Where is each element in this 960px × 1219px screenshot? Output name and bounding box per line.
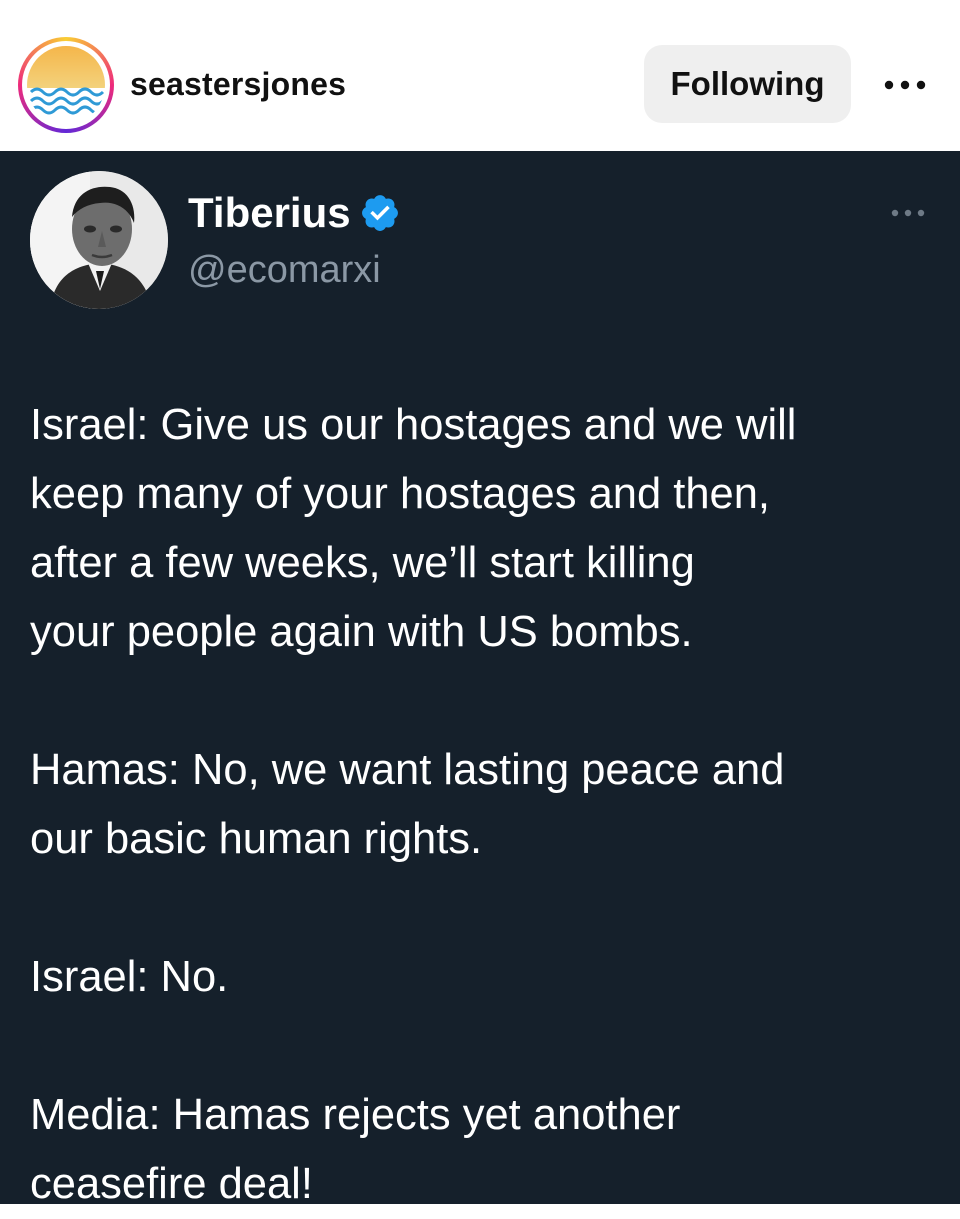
tweet-text-line: keep many of your hostages and then, — [30, 470, 770, 518]
tweet-text-line: Israel: Give us our hostages and we will — [30, 401, 797, 449]
tweet-text-line: Media: Hamas rejects yet another — [30, 1091, 681, 1139]
portrait-photo-icon — [30, 171, 168, 309]
more-options-icon[interactable] — [880, 70, 930, 100]
seastersjones-logo-icon — [27, 46, 105, 124]
tweet-text-line: after a few weeks, we’ll start killing — [30, 539, 695, 587]
tweet-text-line: your people again with US bombs. — [30, 608, 693, 656]
story-ring[interactable] — [18, 37, 114, 133]
tweet-more-icon[interactable] — [888, 205, 928, 221]
tweet-author-avatar[interactable] — [30, 171, 168, 309]
tweet-text-line: ceasefire deal! — [30, 1160, 313, 1208]
tweet-author-handle[interactable]: @ecomarxi — [188, 249, 381, 292]
instagram-post-header: seastersjones Following — [0, 0, 960, 151]
tweet-text-line: our basic human rights. — [30, 815, 483, 863]
following-button[interactable]: Following — [644, 45, 851, 123]
tweet-text-line: Hamas: No, we want lasting peace and — [30, 746, 785, 794]
avatar-border — [22, 41, 110, 129]
tweet-text-line: Israel: No. — [30, 953, 229, 1001]
tweet-text: Israel: Give us our hostages and we will… — [30, 391, 940, 1219]
avatar[interactable] — [27, 46, 105, 124]
tweet-author-name-row: Tiberius — [188, 189, 401, 237]
post-username[interactable]: seastersjones — [130, 66, 346, 103]
verified-badge-icon — [361, 195, 398, 231]
tweet-card: Tiberius @ecomarxi Israel: Give us our h… — [0, 151, 960, 1208]
tweet-author-name[interactable]: Tiberius — [188, 189, 351, 237]
